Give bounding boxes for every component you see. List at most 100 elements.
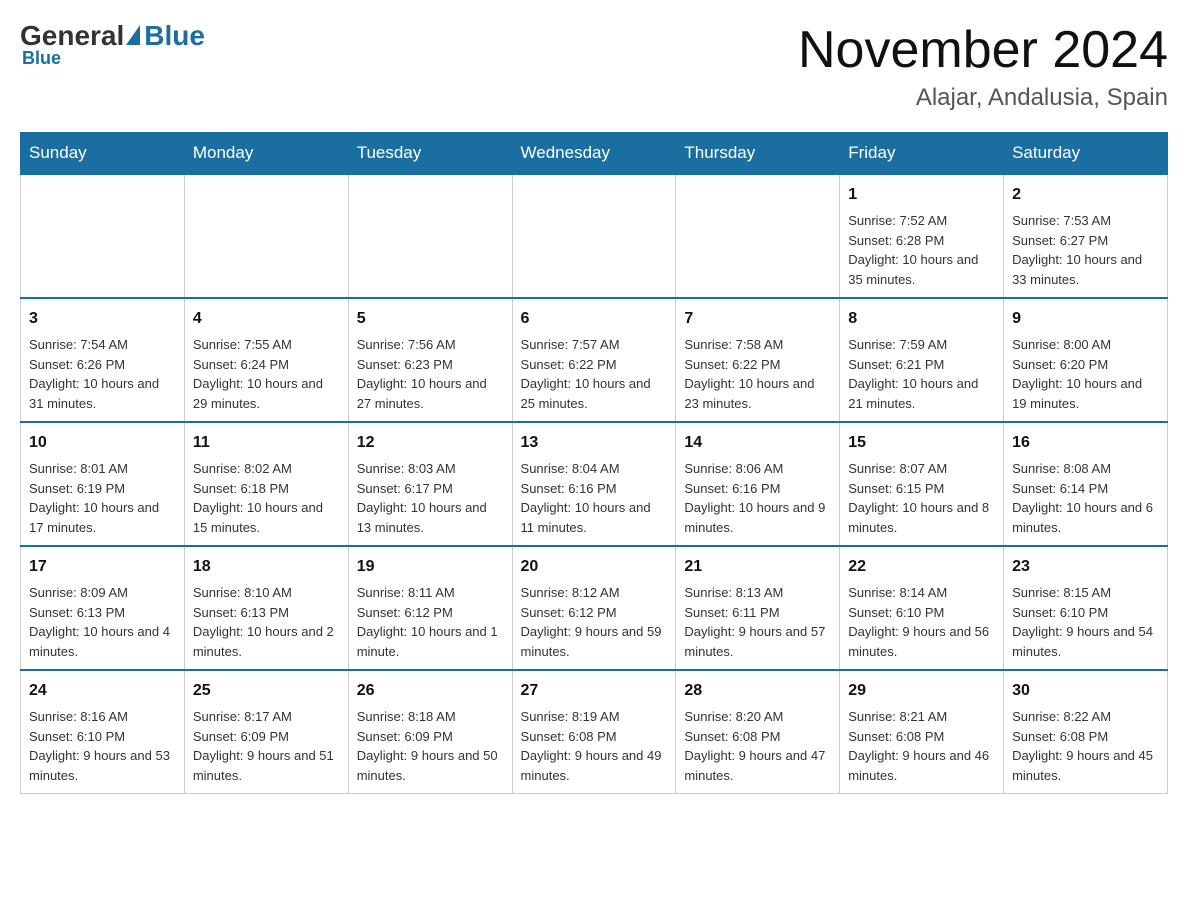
day-number: 12 — [357, 431, 504, 455]
location-title: Alajar, Andalusia, Spain — [798, 84, 1168, 112]
day-info: Sunset: 6:09 PM — [193, 727, 340, 747]
day-number: 10 — [29, 431, 176, 455]
day-info: Sunrise: 8:10 AM — [193, 583, 340, 603]
calendar-cell-2-7: 9Sunrise: 8:00 AMSunset: 6:20 PMDaylight… — [1004, 298, 1168, 422]
day-info: Sunset: 6:12 PM — [521, 603, 668, 623]
day-number: 14 — [684, 431, 831, 455]
day-info: Daylight: 10 hours and 17 minutes. — [29, 498, 176, 537]
calendar-cell-3-7: 16Sunrise: 8:08 AMSunset: 6:14 PMDayligh… — [1004, 422, 1168, 546]
day-number: 30 — [1012, 679, 1159, 703]
calendar-cell-2-2: 4Sunrise: 7:55 AMSunset: 6:24 PMDaylight… — [184, 298, 348, 422]
day-number: 21 — [684, 555, 831, 579]
day-info: Daylight: 10 hours and 23 minutes. — [684, 374, 831, 413]
calendar-header-monday: Monday — [184, 133, 348, 175]
calendar-cell-4-3: 19Sunrise: 8:11 AMSunset: 6:12 PMDayligh… — [348, 546, 512, 670]
day-info: Daylight: 10 hours and 31 minutes. — [29, 374, 176, 413]
calendar-cell-5-4: 27Sunrise: 8:19 AMSunset: 6:08 PMDayligh… — [512, 670, 676, 794]
day-info: Sunrise: 7:52 AM — [848, 211, 995, 231]
calendar-cell-3-3: 12Sunrise: 8:03 AMSunset: 6:17 PMDayligh… — [348, 422, 512, 546]
calendar-header-saturday: Saturday — [1004, 133, 1168, 175]
day-info: Sunset: 6:26 PM — [29, 355, 176, 375]
calendar-cell-2-3: 5Sunrise: 7:56 AMSunset: 6:23 PMDaylight… — [348, 298, 512, 422]
day-info: Sunset: 6:08 PM — [684, 727, 831, 747]
day-info: Sunset: 6:28 PM — [848, 231, 995, 251]
day-info: Sunset: 6:16 PM — [684, 479, 831, 499]
logo-underline: Blue — [22, 48, 61, 69]
calendar-cell-1-5 — [676, 174, 840, 298]
day-info: Sunset: 6:13 PM — [29, 603, 176, 623]
day-info: Sunset: 6:17 PM — [357, 479, 504, 499]
day-info: Daylight: 10 hours and 6 minutes. — [1012, 498, 1159, 537]
day-info: Daylight: 10 hours and 27 minutes. — [357, 374, 504, 413]
day-number: 20 — [521, 555, 668, 579]
day-number: 29 — [848, 679, 995, 703]
calendar-cell-4-2: 18Sunrise: 8:10 AMSunset: 6:13 PMDayligh… — [184, 546, 348, 670]
day-number: 6 — [521, 307, 668, 331]
day-info: Daylight: 10 hours and 1 minute. — [357, 622, 504, 661]
day-info: Sunrise: 8:21 AM — [848, 707, 995, 727]
page-header: General Blue Blue November 2024 Alajar, … — [20, 20, 1168, 112]
day-info: Sunrise: 7:55 AM — [193, 335, 340, 355]
day-info: Sunset: 6:11 PM — [684, 603, 831, 623]
day-info: Sunset: 6:12 PM — [357, 603, 504, 623]
calendar-header-sunday: Sunday — [21, 133, 185, 175]
day-info: Sunrise: 8:02 AM — [193, 459, 340, 479]
day-number: 28 — [684, 679, 831, 703]
day-number: 2 — [1012, 183, 1159, 207]
day-number: 22 — [848, 555, 995, 579]
day-info: Sunset: 6:16 PM — [521, 479, 668, 499]
calendar-cell-1-6: 1Sunrise: 7:52 AMSunset: 6:28 PMDaylight… — [840, 174, 1004, 298]
day-info: Daylight: 9 hours and 47 minutes. — [684, 746, 831, 785]
day-info: Daylight: 10 hours and 8 minutes. — [848, 498, 995, 537]
day-number: 16 — [1012, 431, 1159, 455]
calendar-header-tuesday: Tuesday — [348, 133, 512, 175]
calendar-cell-5-3: 26Sunrise: 8:18 AMSunset: 6:09 PMDayligh… — [348, 670, 512, 794]
day-number: 1 — [848, 183, 995, 207]
day-info: Daylight: 10 hours and 11 minutes. — [521, 498, 668, 537]
day-number: 17 — [29, 555, 176, 579]
day-info: Sunset: 6:13 PM — [193, 603, 340, 623]
day-info: Sunrise: 7:58 AM — [684, 335, 831, 355]
day-info: Sunrise: 8:01 AM — [29, 459, 176, 479]
day-number: 5 — [357, 307, 504, 331]
calendar-cell-3-6: 15Sunrise: 8:07 AMSunset: 6:15 PMDayligh… — [840, 422, 1004, 546]
day-info: Sunset: 6:20 PM — [1012, 355, 1159, 375]
day-info: Daylight: 10 hours and 25 minutes. — [521, 374, 668, 413]
calendar-cell-3-1: 10Sunrise: 8:01 AMSunset: 6:19 PMDayligh… — [21, 422, 185, 546]
day-number: 18 — [193, 555, 340, 579]
day-info: Sunrise: 8:22 AM — [1012, 707, 1159, 727]
calendar-cell-4-6: 22Sunrise: 8:14 AMSunset: 6:10 PMDayligh… — [840, 546, 1004, 670]
calendar-cell-1-1 — [21, 174, 185, 298]
day-info: Sunset: 6:27 PM — [1012, 231, 1159, 251]
calendar-cell-5-7: 30Sunrise: 8:22 AMSunset: 6:08 PMDayligh… — [1004, 670, 1168, 794]
calendar-cell-1-2 — [184, 174, 348, 298]
day-info: Sunrise: 8:07 AM — [848, 459, 995, 479]
title-section: November 2024 Alajar, Andalusia, Spain — [798, 20, 1168, 112]
day-info: Daylight: 9 hours and 59 minutes. — [521, 622, 668, 661]
day-info: Daylight: 9 hours and 54 minutes. — [1012, 622, 1159, 661]
day-number: 25 — [193, 679, 340, 703]
day-info: Daylight: 10 hours and 33 minutes. — [1012, 250, 1159, 289]
logo: General Blue Blue — [20, 20, 205, 69]
day-number: 23 — [1012, 555, 1159, 579]
calendar-cell-2-6: 8Sunrise: 7:59 AMSunset: 6:21 PMDaylight… — [840, 298, 1004, 422]
day-info: Sunset: 6:08 PM — [848, 727, 995, 747]
day-info: Sunrise: 8:09 AM — [29, 583, 176, 603]
calendar-cell-4-7: 23Sunrise: 8:15 AMSunset: 6:10 PMDayligh… — [1004, 546, 1168, 670]
calendar-cell-1-4 — [512, 174, 676, 298]
day-info: Sunset: 6:21 PM — [848, 355, 995, 375]
calendar-week-2: 3Sunrise: 7:54 AMSunset: 6:26 PMDaylight… — [21, 298, 1168, 422]
calendar-cell-2-5: 7Sunrise: 7:58 AMSunset: 6:22 PMDaylight… — [676, 298, 840, 422]
day-info: Daylight: 9 hours and 45 minutes. — [1012, 746, 1159, 785]
calendar-cell-3-2: 11Sunrise: 8:02 AMSunset: 6:18 PMDayligh… — [184, 422, 348, 546]
day-info: Daylight: 9 hours and 51 minutes. — [193, 746, 340, 785]
day-info: Daylight: 10 hours and 4 minutes. — [29, 622, 176, 661]
calendar-cell-5-1: 24Sunrise: 8:16 AMSunset: 6:10 PMDayligh… — [21, 670, 185, 794]
day-number: 7 — [684, 307, 831, 331]
calendar-cell-1-3 — [348, 174, 512, 298]
day-info: Daylight: 10 hours and 13 minutes. — [357, 498, 504, 537]
calendar-cell-4-4: 20Sunrise: 8:12 AMSunset: 6:12 PMDayligh… — [512, 546, 676, 670]
logo-blue-text: Blue — [144, 20, 205, 52]
day-number: 8 — [848, 307, 995, 331]
day-info: Daylight: 9 hours and 50 minutes. — [357, 746, 504, 785]
